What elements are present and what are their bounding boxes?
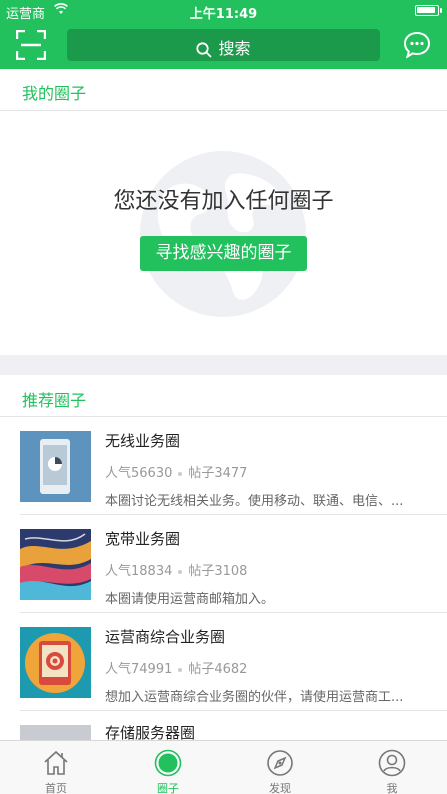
post-count: 帖子4682 — [188, 662, 248, 677]
list-item[interactable]: 无线业务圈 人气56630 帖子3477 本圈讨论无线相关业务。使用移动、联通、电… — [0, 417, 447, 515]
search-icon — [196, 41, 213, 58]
tab-bar: 首页 圈子 发现 我 — [0, 740, 447, 794]
scan-icon[interactable] — [16, 30, 46, 60]
my-circles-title: 我的圈子 — [22, 84, 87, 103]
compass-icon — [267, 750, 293, 776]
tab-label: 我 — [386, 782, 398, 794]
circle-name: 存储服务器圈 — [105, 724, 196, 740]
status-time: 上午11:49 — [189, 7, 258, 22]
circle-name: 无线业务圈 — [105, 432, 181, 450]
tab-me[interactable]: 我 — [336, 741, 447, 794]
circle-description: 本圈讨论无线相关业务。使用移动、联通、电信、... — [105, 494, 404, 509]
tab-home[interactable]: 首页 — [0, 741, 112, 794]
empty-state-text: 您还没有加入任何圈子 — [113, 189, 334, 214]
recommended-title: 推荐圈子 — [22, 391, 87, 410]
circle-name: 运营商综合业务圈 — [105, 628, 226, 646]
tab-label: 圈子 — [157, 782, 179, 794]
chat-bubble-icon[interactable] — [403, 31, 431, 59]
circle-thumbnail — [20, 627, 91, 698]
post-count: 帖子3477 — [188, 466, 248, 481]
search-label: 搜索 — [218, 39, 251, 58]
battery-icon — [415, 5, 442, 16]
circle-thumbnail — [20, 431, 91, 502]
tab-label: 首页 — [45, 782, 67, 794]
tab-discover[interactable]: 发现 — [224, 741, 336, 794]
circle-thumbnail — [20, 725, 91, 740]
separator-dot — [178, 667, 183, 672]
empty-state: 您还没有加入任何圈子 寻找感兴趣的圈子 — [0, 111, 447, 355]
post-count: 帖子3108 — [188, 564, 248, 579]
user-icon — [378, 749, 406, 777]
status-bar: 运营商 上午11:49 — [0, 0, 447, 22]
circle-stats: 人气74991 帖子4682 — [105, 658, 247, 677]
circle-stats: 人气18834 帖子3108 — [105, 560, 247, 579]
separator-dot — [178, 569, 183, 574]
circle-description: 本圈请使用运营商邮箱加入。 — [105, 592, 275, 607]
popularity-count: 人气56630 — [105, 466, 173, 481]
globe-icon — [140, 151, 306, 317]
separator-dot — [178, 471, 183, 476]
find-circles-button[interactable]: 寻找感兴趣的圈子 — [140, 236, 307, 271]
list-item[interactable]: 宽带业务圈 人气18834 帖子3108 本圈请使用运营商邮箱加入。 — [0, 515, 447, 613]
circle-name: 宽带业务圈 — [105, 530, 181, 548]
home-icon — [44, 750, 68, 775]
list-item[interactable]: 存储服务器圈 — [0, 711, 447, 740]
popularity-count: 人气18834 — [105, 564, 173, 579]
circle-stats: 人气56630 帖子3477 — [105, 462, 247, 481]
tab-label: 发现 — [269, 782, 291, 794]
circle-icon — [154, 749, 182, 777]
top-bar: 运营商 上午11:49 搜索 — [0, 0, 447, 69]
tab-circles[interactable]: 圈子 — [112, 741, 224, 794]
section-spacer — [0, 355, 447, 375]
search-bar[interactable]: 搜索 — [67, 29, 380, 61]
circle-thumbnail — [20, 529, 91, 600]
list-item[interactable]: 运营商综合业务圈 人气74991 帖子4682 想加入运营商综合业务圈的伙伴，请使… — [0, 613, 447, 711]
circle-description: 想加入运营商综合业务圈的伙伴，请使用运营商工... — [105, 690, 404, 705]
popularity-count: 人气74991 — [105, 662, 173, 677]
